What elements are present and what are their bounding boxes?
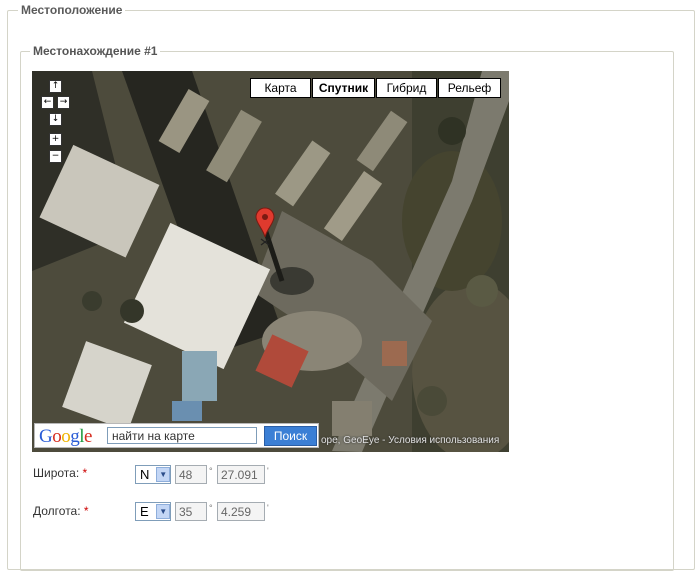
map-type-terrain-button[interactable]: Рельеф bbox=[438, 78, 501, 98]
chevron-down-icon[interactable]: ▼ bbox=[156, 504, 170, 519]
longitude-minutes-field[interactable]: 4.259 bbox=[217, 502, 265, 521]
minute-symbol: ' bbox=[267, 466, 269, 476]
map-copyright: ope, GeoEye - Условия использования bbox=[321, 435, 500, 446]
pan-down-icon[interactable]: ↓ bbox=[49, 113, 62, 126]
pan-up-icon[interactable]: ↑ bbox=[49, 80, 62, 93]
longitude-direction-select[interactable]: E ▼ bbox=[135, 502, 171, 521]
pan-left-icon[interactable]: ← bbox=[41, 96, 54, 109]
map-type-hybrid-button[interactable]: Гибрид bbox=[376, 78, 437, 98]
map-type-map-button[interactable]: Карта bbox=[250, 78, 311, 98]
zoom-in-icon[interactable]: + bbox=[49, 133, 62, 146]
google-logo: Google bbox=[39, 426, 92, 447]
map-type-satellite-button[interactable]: Спутник bbox=[312, 78, 375, 98]
map-search-button[interactable]: Поиск bbox=[264, 426, 317, 446]
satellite-map[interactable]: Карта Спутник Гибрид Рельеф ↑ ← → ↓ + − … bbox=[32, 71, 509, 452]
location-item-legend: Местонахождение #1 bbox=[30, 44, 161, 58]
latitude-degrees-field[interactable]: 48 bbox=[175, 465, 207, 484]
pan-right-icon[interactable]: → bbox=[57, 96, 70, 109]
degree-symbol: ° bbox=[209, 503, 213, 513]
location-legend: Местоположение bbox=[18, 3, 126, 17]
latitude-minutes-field[interactable]: 27.091 bbox=[217, 465, 265, 484]
required-marker: * bbox=[83, 504, 89, 518]
chevron-down-icon[interactable]: ▼ bbox=[156, 467, 170, 482]
minute-symbol: ' bbox=[267, 503, 269, 513]
longitude-direction-value: E bbox=[140, 504, 149, 519]
map-search-input[interactable] bbox=[107, 427, 257, 444]
satellite-imagery bbox=[32, 71, 509, 452]
latitude-label-text: Широта: bbox=[33, 466, 80, 480]
latitude-label: Широта: * bbox=[33, 466, 87, 480]
map-pin-icon[interactable] bbox=[255, 207, 275, 247]
map-search-bar: Google Поиск bbox=[34, 423, 319, 448]
latitude-direction-value: N bbox=[140, 467, 150, 482]
required-marker: * bbox=[82, 466, 88, 480]
zoom-out-icon[interactable]: − bbox=[49, 150, 62, 163]
longitude-degrees-field[interactable]: 35 bbox=[175, 502, 207, 521]
longitude-label: Долгота: * bbox=[33, 504, 89, 518]
longitude-label-text: Долгота: bbox=[33, 504, 81, 518]
latitude-direction-select[interactable]: N ▼ bbox=[135, 465, 171, 484]
degree-symbol: ° bbox=[209, 466, 213, 476]
